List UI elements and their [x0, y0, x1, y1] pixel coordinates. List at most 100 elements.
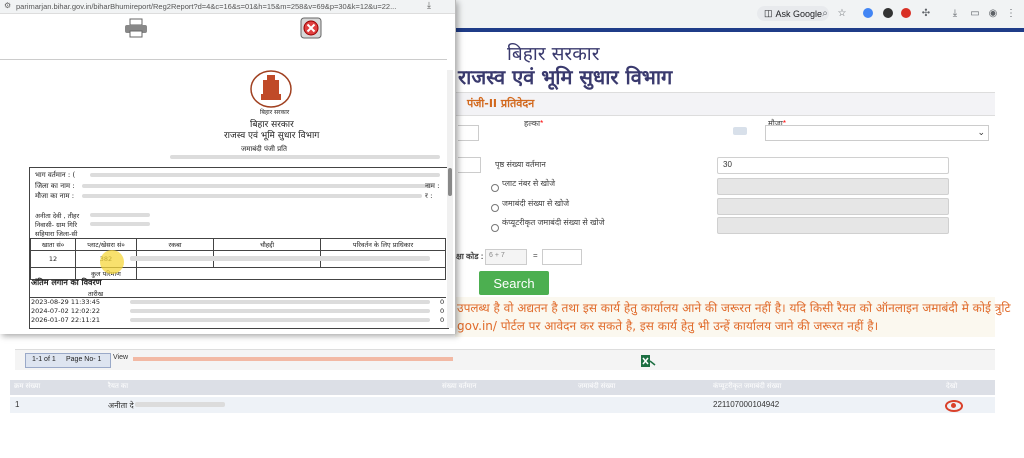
search-button[interactable]: Search	[479, 271, 549, 295]
halka-select[interactable]	[458, 125, 479, 141]
bookmark-star-icon[interactable]: ☆	[836, 7, 848, 19]
extension-red-icon[interactable]	[901, 8, 911, 18]
tax-details-title: अंतिम लगान का विवरण	[31, 278, 102, 287]
captcha-question-text: 6 + 7	[489, 252, 505, 259]
page-no-input[interactable]: 30	[717, 157, 949, 174]
blurred-text	[82, 194, 422, 198]
sidebar-icon[interactable]: ▭	[969, 7, 981, 19]
popup-url[interactable]: parimarjan.bihar.gov.in/biharBhumireport…	[16, 2, 396, 11]
th-boundary: चौहद्दी	[213, 238, 321, 251]
notice-line-2: gov.in/ पोर्टल पर आवेदन कर सकते है, इस क…	[457, 319, 879, 333]
owner-text: अनीता देवी , तीहर	[35, 212, 80, 220]
bihar-emblem-logo	[249, 70, 293, 108]
cell-serial: 1	[15, 400, 20, 409]
pager-view-label: View	[113, 354, 129, 361]
ask-google-label: Ask Google	[775, 8, 823, 19]
blurred-text	[130, 256, 430, 261]
download-icon[interactable]: ⤓	[949, 7, 961, 19]
blurred-text	[130, 309, 430, 313]
option-plot-label: प्लाट नंबर से खोजे	[502, 179, 556, 188]
table-row: 1 अनीता दे 221107000104942	[10, 397, 995, 413]
view-eye-icon[interactable]	[945, 400, 963, 412]
captcha-answer-input[interactable]	[542, 249, 582, 265]
zoom-icon[interactable]: ⌕	[819, 7, 831, 19]
blurred-text	[133, 357, 453, 361]
halka-label: हल्का*	[524, 119, 544, 128]
doc-department: राजस्व एवं भूमि सुधार विभाग	[224, 131, 320, 141]
cell-computerized-no: 221107000104942	[713, 400, 780, 409]
th-plot: प्लाट/खेसरा सं०	[75, 238, 137, 251]
blurred-text	[82, 184, 432, 188]
notice-box: उपलब्ध है वो अद्यतन है तथा इस कार्य हेतु…	[455, 297, 1011, 337]
date-value-2: 0	[440, 307, 445, 315]
blurred-text	[130, 318, 430, 322]
captcha-equals: =	[533, 251, 538, 260]
date-value-3: 0	[440, 316, 445, 324]
col-view: देखो	[946, 383, 958, 390]
date-value-1: 0	[440, 298, 445, 306]
header-department: राजस्व एवं भूमि सुधार विभाग	[458, 65, 673, 89]
residence-text-2: सहियारा जिला-सी	[35, 230, 78, 238]
radio-plot[interactable]	[491, 184, 499, 192]
extension-dark-icon[interactable]	[883, 8, 893, 18]
cell-total-value	[136, 267, 446, 280]
lens-icon: ◫	[764, 8, 773, 18]
radio-computerized[interactable]	[491, 224, 499, 232]
right-label-2: र :	[425, 192, 433, 200]
computerized-input[interactable]	[717, 217, 949, 234]
pager-range: 1-1 of 1	[32, 356, 56, 363]
col-jamabandi-no: जमाबंदी संख्या	[578, 383, 616, 390]
page-no-value: 30	[723, 160, 732, 169]
pager-row: 1-1 of 1 Page No- 1 View	[15, 349, 995, 370]
radio-jamabandi[interactable]	[491, 204, 499, 212]
blurred-text	[733, 127, 747, 135]
popup-scrollbar-thumb[interactable]	[448, 168, 452, 196]
divider	[0, 59, 447, 60]
profile-icon[interactable]: ◉	[987, 7, 999, 19]
pager-page: Page No- 1	[66, 356, 102, 363]
blurred-text	[135, 402, 225, 407]
blurred-text	[90, 173, 440, 177]
popup-address-bar: ⚙ parimarjan.bihar.gov.in/biharBhumirepo…	[0, 0, 455, 14]
th-area: रकबा	[136, 238, 214, 251]
cell-khata: 12	[30, 250, 76, 268]
print-icon[interactable]	[123, 18, 149, 38]
close-icon[interactable]	[300, 17, 322, 39]
cell-raiyat: अनीता दे	[108, 401, 134, 410]
option-computerized-label: कंप्यूटरीकृत जमाबंदी संख्या से खोजे	[502, 218, 605, 227]
blurred-text	[130, 300, 430, 304]
mauza-select[interactable]: ⌄	[765, 125, 989, 141]
col-raiyat: रैयत का	[108, 383, 129, 390]
right-label-1: नाम :	[425, 182, 440, 190]
menu-kebab-icon[interactable]: ⋮	[1005, 7, 1017, 19]
table-header-row: खाता सं० प्लाट/खेसरा सं० रकबा चौहद्दी पर…	[30, 238, 446, 251]
report-title-bar: पंजी-II प्रतिवेदन	[455, 92, 995, 116]
plot-input[interactable]	[717, 178, 949, 195]
blurred-text	[170, 155, 440, 159]
cursor-highlight	[100, 250, 124, 274]
blurred-text	[90, 213, 150, 217]
captcha-question: 6 + 7	[485, 249, 527, 265]
pager-box[interactable]: 1-1 of 1 Page No- 1	[25, 353, 111, 368]
notice-line-1: उपलब्ध है वो अद्यतन है तथा इस कार्य हेतु…	[457, 301, 1011, 315]
page-title: पंजी-II प्रतिवेदन	[467, 97, 535, 110]
blurred-text	[90, 222, 150, 226]
site-info-icon[interactable]: ⚙	[4, 1, 11, 10]
popup-download-icon[interactable]: ⤓	[427, 0, 431, 11]
extension-blue-icon[interactable]	[863, 8, 873, 18]
report-popup-window: ⚙ parimarjan.bihar.gov.in/biharBhumirepo…	[0, 0, 456, 334]
export-excel-icon[interactable]	[640, 354, 656, 368]
left-partial-input[interactable]	[458, 157, 481, 173]
col-current-no: संख्या वर्तमान	[442, 383, 477, 390]
mauza-label-doc: मौजा का नाम :	[35, 192, 75, 200]
th-authority: परिवर्तन के लिए प्राधिकार	[320, 238, 446, 251]
page-no-label: पृष्ठ संख्या वर्तमान	[495, 160, 546, 169]
bhag-label: भाग वर्तमान : (	[35, 171, 76, 179]
jamabandi-input[interactable]	[717, 198, 949, 215]
col-serial: क्रम संख्या	[14, 383, 41, 390]
popup-scrollbar[interactable]	[447, 70, 453, 328]
result-table-header: क्रम संख्या रैयत का संख्या वर्तमान जमाबं…	[10, 380, 995, 395]
extensions-puzzle-icon[interactable]: ✣	[920, 7, 932, 19]
site-top-strip	[455, 28, 1024, 32]
date-row-1: 2023-08-29 11:33:45	[31, 298, 101, 306]
